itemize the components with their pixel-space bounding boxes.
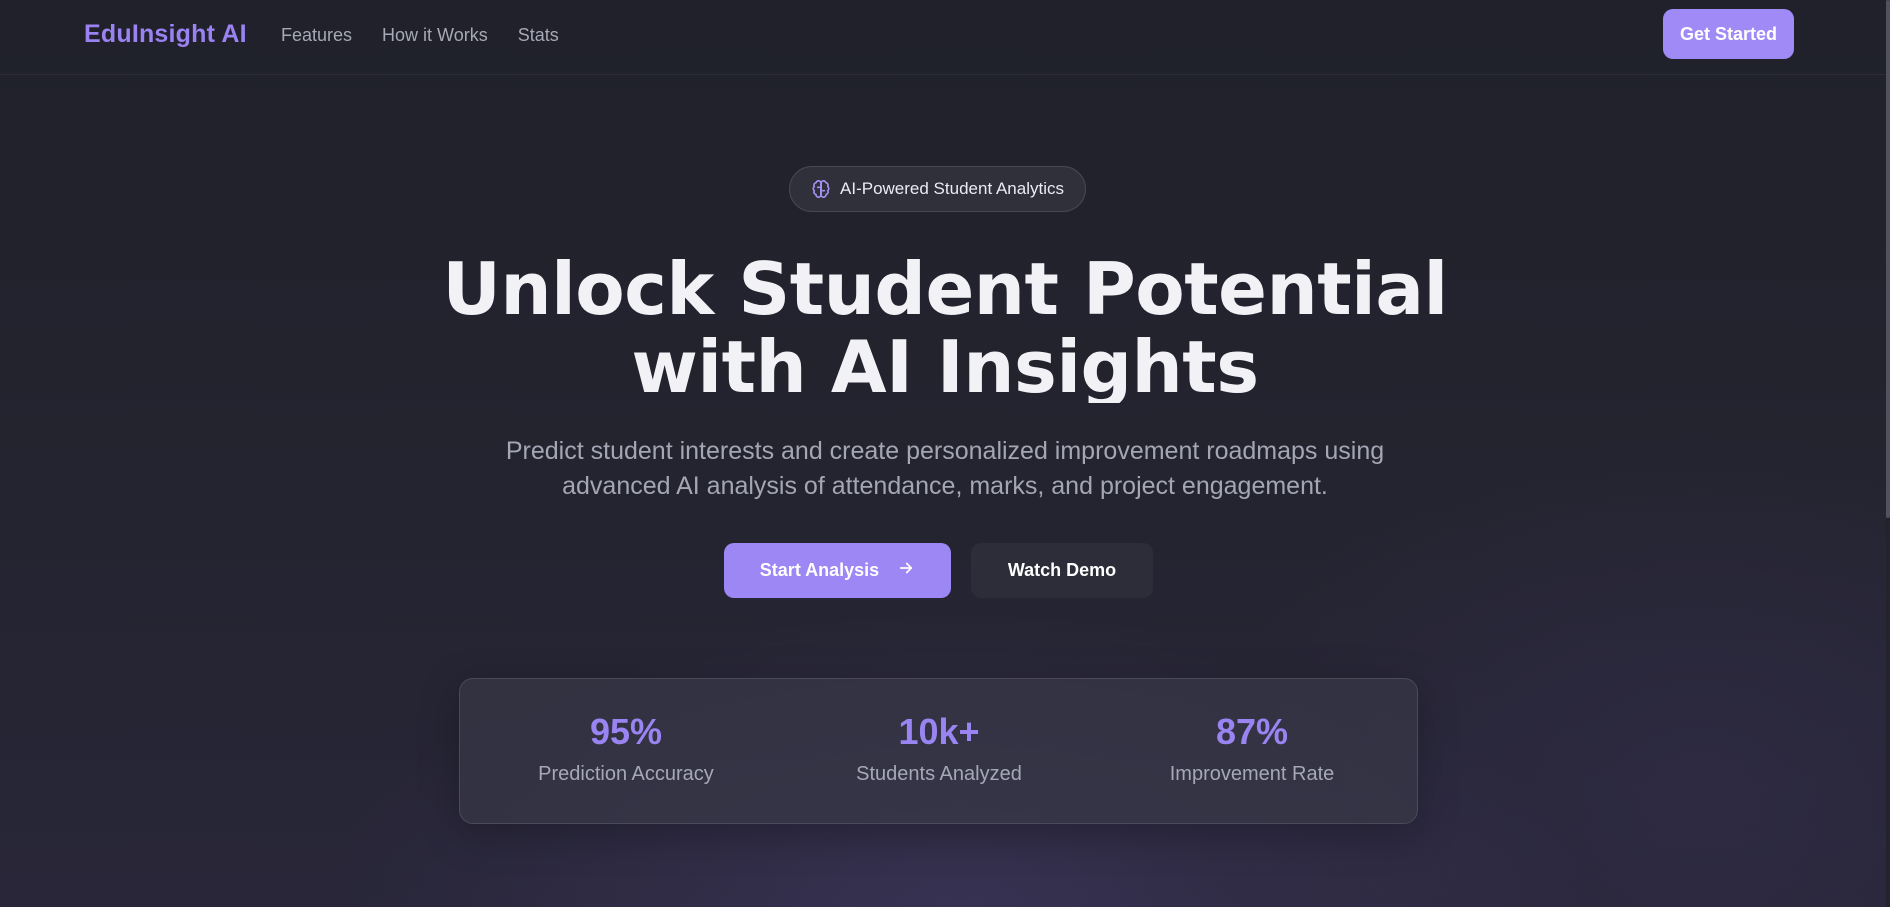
top-navbar: EduInsight AI Features How it Works Stat… xyxy=(0,0,1890,75)
stat-value: 87% xyxy=(1215,711,1289,752)
get-started-button[interactable]: Get Started xyxy=(1663,9,1794,59)
main-nav: Features How it Works Stats xyxy=(281,25,559,46)
hero-subtitle-line-1: Predict student interests and create per… xyxy=(505,437,1385,465)
start-analysis-label: Start Analysis xyxy=(759,560,880,580)
hero-title-line-2: with AI Insights xyxy=(631,325,1259,403)
hero-badge: AI-Powered Student Analytics xyxy=(789,166,1086,212)
hero-subtitle-line-2: advanced AI analysis of attendance, mark… xyxy=(562,472,1328,500)
hero-subtitle: Predict student interests and create per… xyxy=(445,434,1445,504)
stat-label: Improvement Rate xyxy=(1169,763,1335,785)
stats-card: 95% Prediction Accuracy 10k+ Students An… xyxy=(459,678,1418,824)
stat-students-analyzed: 10k+ Students Analyzed xyxy=(809,711,1069,787)
start-analysis-button[interactable]: Start Analysis xyxy=(724,543,951,598)
page-scrollbar[interactable] xyxy=(1886,0,1890,907)
hero-title-line-1: Unlock Student Potential xyxy=(442,250,1448,331)
stat-value: 95% xyxy=(589,711,663,752)
hero-badge-label: AI-Powered Student Analytics xyxy=(840,179,1064,198)
stat-label: Prediction Accuracy xyxy=(538,763,714,785)
brand-logo[interactable]: EduInsight AI xyxy=(84,20,247,49)
nav-link-stats[interactable]: Stats xyxy=(518,25,559,46)
nav-link-how-it-works[interactable]: How it Works xyxy=(382,25,488,46)
watch-demo-button[interactable]: Watch Demo xyxy=(971,543,1153,598)
brain-icon xyxy=(811,179,831,199)
arrow-right-icon xyxy=(897,559,915,582)
stat-value: 10k+ xyxy=(898,711,980,752)
stat-prediction-accuracy: 95% Prediction Accuracy xyxy=(496,711,756,787)
stat-improvement-rate: 87% Improvement Rate xyxy=(1122,711,1382,787)
nav-link-features[interactable]: Features xyxy=(281,25,352,46)
hero-title: Unlock Student Potential with AI Insight… xyxy=(0,250,1890,403)
stat-label: Students Analyzed xyxy=(856,763,1022,785)
scrollbar-thumb[interactable] xyxy=(1886,0,1890,518)
